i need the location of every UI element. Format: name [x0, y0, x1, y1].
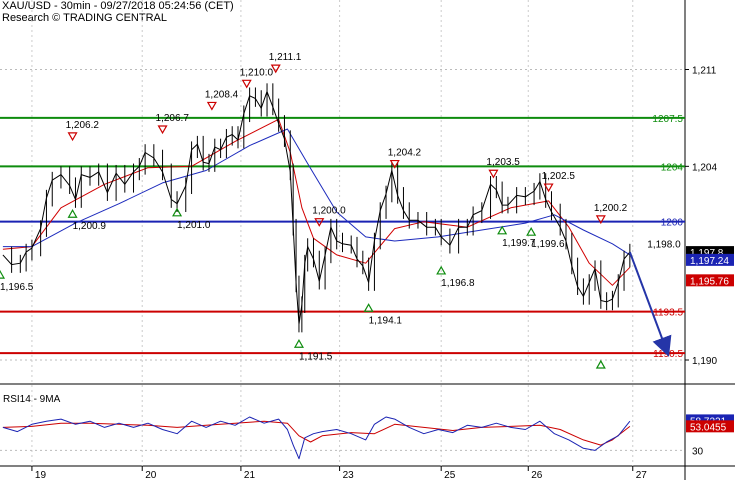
level-label: 1200 [661, 218, 684, 229]
swing-high-marker [67, 132, 78, 142]
swing-low-marker [293, 339, 304, 348]
moving-average-line [2, 128, 631, 256]
swing-high-label: 1,200.2 [594, 203, 628, 214]
swing-high-label: 1,204.2 [388, 148, 422, 159]
time-tick-label: 23 [343, 470, 355, 480]
swing-high-label: 1,200.0 [312, 206, 346, 217]
swing-high-label: 1,202.5 [542, 171, 576, 182]
time-tick-label: 26 [531, 470, 543, 480]
price-annotation: 1,198.0 [647, 239, 681, 250]
time-tick-label: 21 [244, 470, 256, 480]
rsi-title: RSI14 - 9MA [3, 394, 61, 405]
swing-low-label: 1,196.5 [0, 282, 34, 293]
swing-low-label: 1,191.5 [299, 351, 333, 362]
time-tick-label: 25 [444, 470, 456, 480]
swing-high-label: 1,206.7 [156, 113, 190, 124]
time-tick-label: 27 [636, 470, 648, 480]
price-tick-label: 1,204 [692, 162, 717, 173]
swing-high-marker [157, 125, 168, 135]
rsi-tag-label: 53.0455 [690, 422, 727, 433]
price-tag-label: 1,195.76 [690, 276, 729, 287]
swing-high-label: 1,203.5 [486, 157, 520, 168]
rsi-tick-label: 30 [692, 446, 704, 457]
price-tick-label: 1,211 [692, 65, 717, 76]
price-chart[interactable]: 1,211 1,204 1,190 19 20 21 23 25 26 27 1207.5 1204 1… [0, 0, 735, 480]
swing-high-marker [206, 101, 217, 111]
price-tick-label: 1,190 [692, 356, 717, 367]
level-label: 1204 [661, 162, 684, 173]
swing-low-label: 1,201.0 [177, 220, 211, 231]
time-tick-label: 20 [145, 470, 157, 480]
swing-high-label: 1,210.0 [240, 67, 274, 78]
swing-low-marker [172, 207, 183, 217]
level-label: 1207.5 [652, 114, 683, 125]
swing-low-marker [363, 303, 374, 312]
swing-low-marker [0, 269, 6, 279]
swing-high-label: 1,206.2 [66, 120, 100, 131]
swing-low-marker [67, 209, 78, 218]
swing-low-label: 1,194.1 [369, 315, 403, 326]
level-label: 1190.5 [653, 349, 683, 360]
swing-low-label: 1,199.6 [531, 239, 565, 250]
level-label: 1193.5 [653, 308, 683, 319]
forecast-arrow [628, 251, 672, 357]
swing-low-label: 1,200.9 [73, 221, 107, 232]
swing-low-label: 1,196.8 [441, 278, 475, 289]
moving-average-line [2, 118, 631, 286]
swing-low-marker [595, 359, 606, 369]
swing-high-label: 1,211.1 [269, 52, 302, 63]
time-tick-label: 19 [35, 470, 47, 480]
swing-high-marker [241, 79, 252, 89]
swing-low-marker [497, 225, 508, 235]
swing-high-label: 1,208.4 [205, 89, 239, 100]
price-tag-label: 1,197.24 [690, 256, 729, 267]
